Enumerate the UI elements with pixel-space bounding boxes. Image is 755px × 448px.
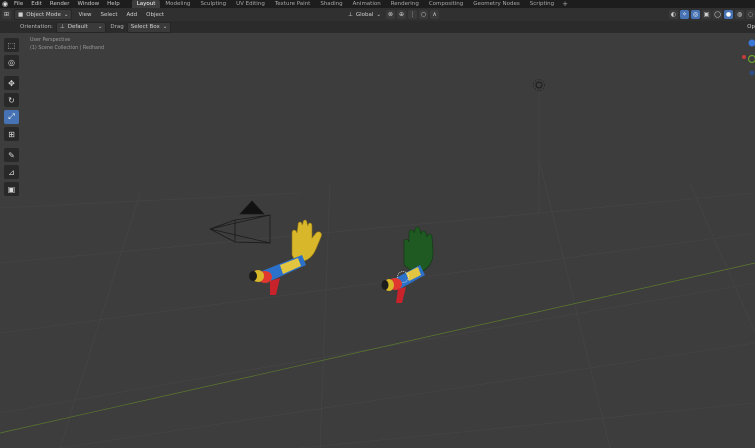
menu-select[interactable]: Select [98, 10, 121, 19]
snap-target-icon[interactable]: ⋮ [408, 10, 418, 19]
scale-tool-icon[interactable]: ⤢ [4, 110, 19, 124]
tab-scripting[interactable]: Scripting [525, 0, 559, 8]
menu-object[interactable]: Object [143, 10, 167, 19]
mode-dropdown[interactable]: ■ Object Mode ⌄ [14, 9, 73, 20]
viewport-header: ⊞ ■ Object Mode ⌄ View Select Add Object… [0, 8, 755, 21]
orientation-dropdown[interactable]: ⊥ Default ⌄ [55, 21, 107, 33]
measure-tool-icon[interactable]: ⊿ [4, 165, 19, 179]
proportional-editing-icon[interactable]: ○ [419, 10, 429, 19]
tool-shelf: ⬚ ◎ ✥ ↻ ⤢ ⊞ ✎ ⊿ ▣ [4, 38, 22, 199]
mode-label: Object Mode [26, 11, 61, 18]
x-axis-icon [742, 55, 746, 59]
orientation-icon: ⊥ [59, 24, 65, 30]
orientation-label: Orientation: [20, 24, 53, 30]
visibility-icon[interactable]: ◐ [669, 10, 678, 19]
menu-edit[interactable]: Edit [27, 0, 46, 8]
solid-shading-icon[interactable]: ● [724, 10, 733, 19]
light-icon[interactable] [533, 79, 545, 91]
view-name-label: User Perspective [30, 38, 71, 43]
xray-icon[interactable]: ▣ [702, 10, 711, 19]
rendered-shading-icon[interactable]: ◌ [746, 10, 755, 19]
chevron-down-icon: ⌄ [97, 24, 103, 30]
object-mode-icon: ■ [18, 11, 24, 18]
tab-layout[interactable]: Layout [131, 0, 161, 8]
menu-window[interactable]: Window [73, 0, 103, 8]
collection-label: (1) Scene Collection | Redhand [30, 46, 105, 51]
add-workspace-button[interactable]: + [559, 0, 571, 8]
chevron-down-icon: ⌄ [63, 11, 69, 18]
annotate-tool-icon[interactable]: ✎ [4, 148, 19, 162]
add-cube-tool-icon[interactable]: ▣ [4, 182, 19, 196]
x-axis-line [0, 262, 755, 434]
drag-value: Select Box [130, 24, 160, 30]
chevron-down-icon: ⌄ [162, 24, 168, 30]
wireframe-shading-icon[interactable]: ◯ [713, 10, 722, 19]
menu-file[interactable]: File [10, 0, 27, 8]
cursor-tool-icon[interactable]: ◎ [4, 55, 19, 69]
falloff-icon[interactable]: ∧ [430, 10, 440, 19]
transform-orientation-label: Global [355, 11, 374, 18]
tab-geometry-nodes[interactable]: Geometry Nodes [468, 0, 524, 8]
select-box-tool-icon[interactable]: ⬚ [4, 38, 19, 52]
tab-rendering[interactable]: Rendering [386, 0, 424, 8]
orientation-value: Default [67, 24, 88, 30]
tab-animation[interactable]: Animation [348, 0, 386, 8]
rotate-tool-icon[interactable]: ↻ [4, 93, 19, 107]
snap-icon[interactable]: ⊕ [397, 10, 407, 19]
top-menu-bar: ◉ File Edit Render Window Help Layout Mo… [0, 0, 755, 8]
tab-sculpting[interactable]: Sculpting [195, 0, 231, 8]
camera-object[interactable] [209, 200, 271, 244]
viewport-canvas[interactable] [0, 33, 755, 448]
chevron-down-icon: ⌄ [376, 11, 382, 18]
tab-shading[interactable]: Shading [315, 0, 347, 8]
editor-type-icon[interactable]: ⊞ [2, 10, 11, 19]
overlay-toggle-icon[interactable]: ◎ [691, 10, 700, 19]
menu-help[interactable]: Help [103, 0, 124, 8]
floor-grid [0, 162, 755, 448]
drag-label: Drag [110, 24, 124, 30]
menu-render[interactable]: Render [46, 0, 74, 8]
gizmo-toggle-icon[interactable]: ✧ [680, 10, 689, 19]
tab-texture-paint[interactable]: Texture Paint [270, 0, 316, 8]
z-axis-icon [748, 39, 755, 47]
tab-uv-editing[interactable]: UV Editing [231, 0, 270, 8]
drag-dropdown[interactable]: Select Box ⌄ [126, 21, 172, 33]
move-tool-icon[interactable]: ✥ [4, 76, 19, 90]
navigation-gizmo[interactable] [741, 34, 755, 78]
transform-tool-icon[interactable]: ⊞ [4, 127, 19, 141]
tab-modeling[interactable]: Modeling [160, 0, 195, 8]
tab-compositing[interactable]: Compositing [424, 0, 468, 8]
tool-settings-bar: Orientation: ⊥ Default ⌄ Drag Select Box… [0, 21, 755, 33]
neg-z-axis-icon [749, 70, 755, 76]
pivot-point-icon[interactable]: ⊗ [386, 10, 396, 19]
blender-logo-icon[interactable]: ◉ [0, 0, 10, 8]
menu-view[interactable]: View [75, 10, 94, 19]
options-label[interactable]: Op [747, 24, 755, 30]
y-axis-icon [747, 54, 755, 64]
menu-add[interactable]: Add [124, 10, 141, 19]
material-shading-icon[interactable]: ◍ [735, 10, 744, 19]
orientation-axes-icon: ⊥ [348, 11, 353, 18]
green-hand-object[interactable] [381, 226, 434, 303]
yellow-hand-object[interactable] [249, 219, 322, 295]
transform-orientation-dropdown[interactable]: ⊥ Global ⌄ [345, 10, 384, 19]
